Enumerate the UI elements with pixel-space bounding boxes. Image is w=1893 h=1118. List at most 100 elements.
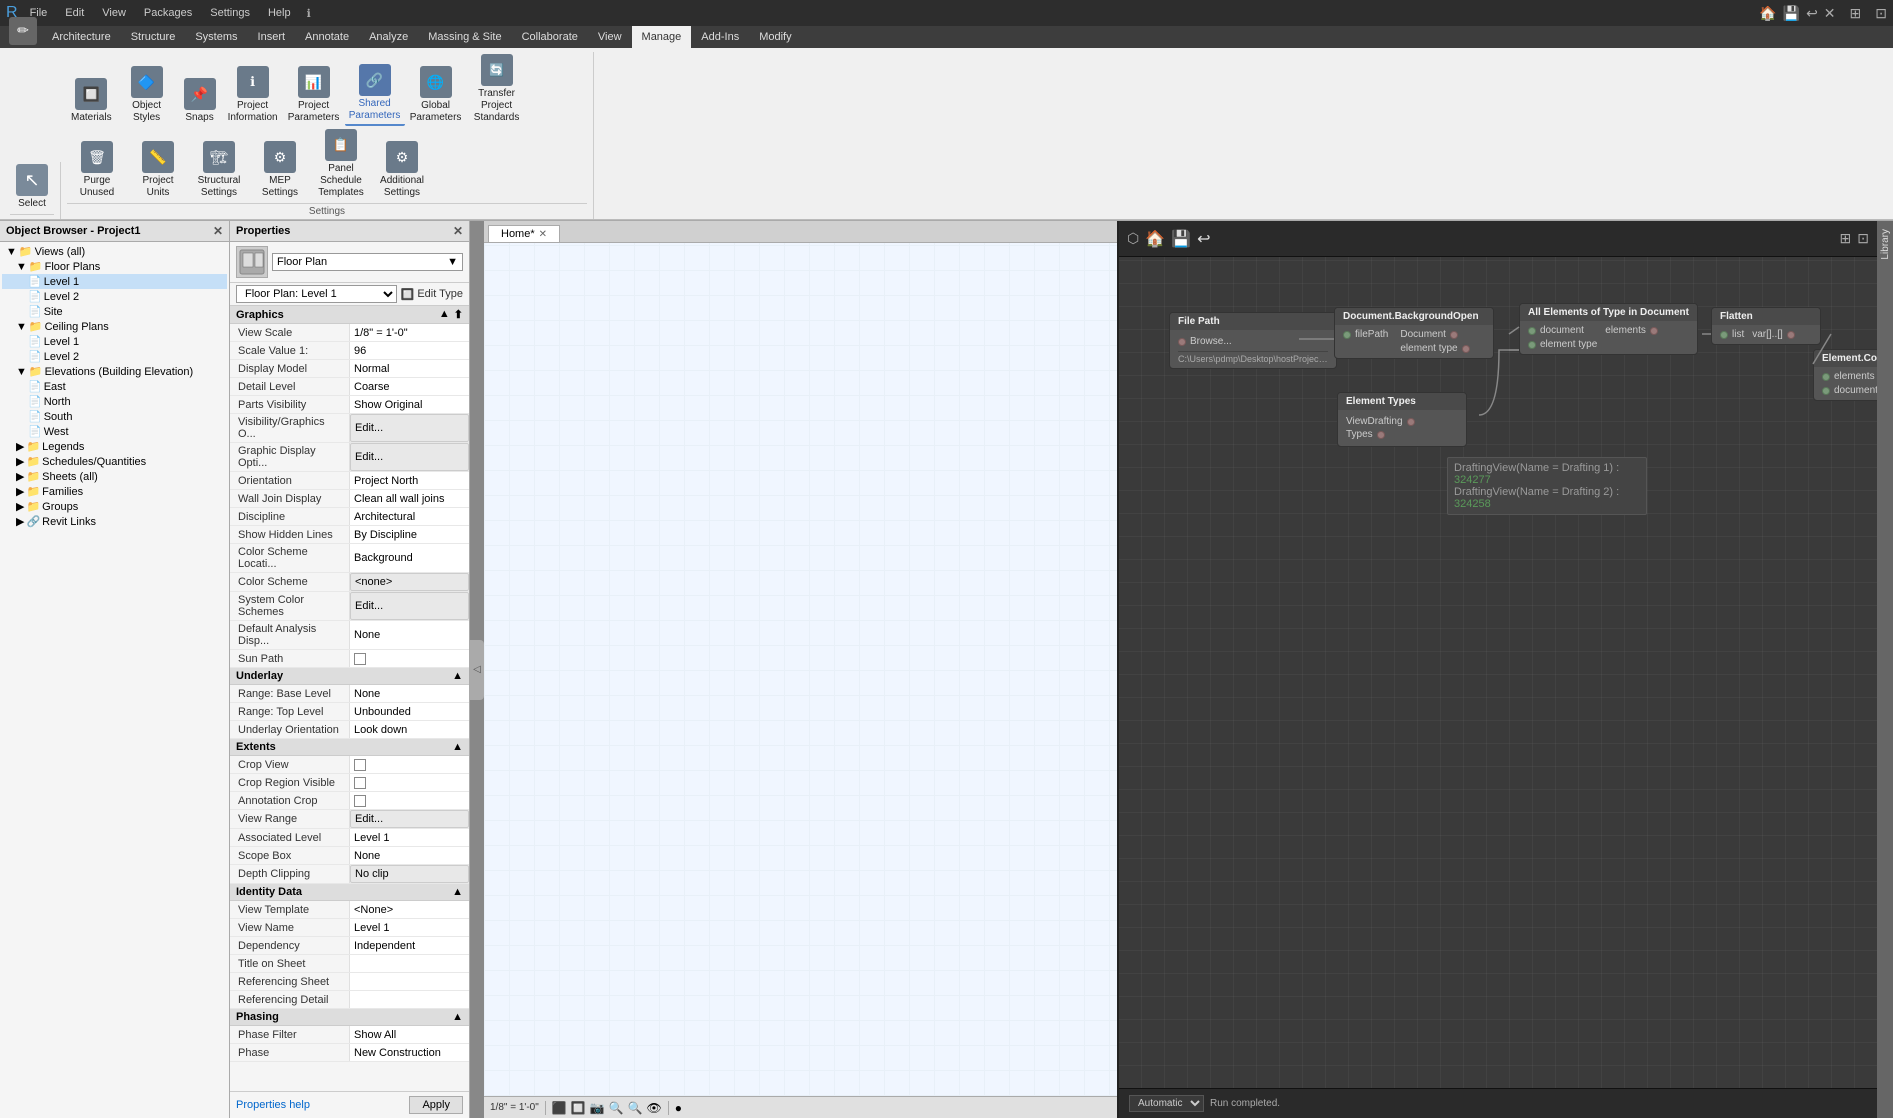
vp-btn-camera[interactable]: 📷 <box>590 1101 605 1115</box>
annotation-crop-checkbox[interactable] <box>354 795 366 807</box>
value-sun-path[interactable] <box>350 650 469 667</box>
vp-btn-render[interactable]: ● <box>675 1101 682 1115</box>
value-view-range[interactable]: Edit... <box>350 810 469 828</box>
menu-settings[interactable]: Settings <box>204 5 256 21</box>
tree-item-north[interactable]: 📄 North <box>2 394 227 409</box>
value-display-model[interactable]: Normal <box>350 360 469 377</box>
section-identity-collapse[interactable]: ▲ <box>452 886 463 898</box>
dynamo-nav-icon[interactable]: ⊞ <box>1840 230 1852 247</box>
tree-item-views-all[interactable]: ▼ 📁 Views (all) <box>2 244 227 259</box>
tree-item-level1[interactable]: 📄 Level 1 <box>2 274 227 289</box>
value-annotation-crop[interactable] <box>350 792 469 809</box>
view-tab-home[interactable]: Home* ✕ <box>488 225 560 242</box>
tree-item-sheets[interactable]: ▶ 📁 Sheets (all) <box>2 469 227 484</box>
dynamo-node-element-types[interactable]: Element Types ViewDrafting Types <box>1337 392 1467 447</box>
value-scope-box[interactable]: None <box>350 847 469 864</box>
object-styles-button[interactable]: 🔷 Object Styles <box>117 64 177 126</box>
tree-item-groups[interactable]: ▶ 📁 Groups <box>2 499 227 514</box>
vp-btn-eye[interactable]: 👁 <box>647 1101 662 1115</box>
value-crop-region[interactable] <box>350 774 469 791</box>
section-graphics-scroll[interactable]: ⬆ <box>454 308 463 321</box>
dynamo-undo-btn[interactable]: ↩ <box>1197 229 1210 249</box>
value-graphic-display[interactable]: Edit... <box>350 443 469 471</box>
properties-help-link[interactable]: Properties help <box>236 1099 310 1111</box>
purge-unused-button[interactable]: 🗑 Purge Unused <box>67 139 127 201</box>
dynamo-close-icon[interactable]: ✕ <box>1824 5 1836 22</box>
tree-item-revit-links[interactable]: ▶ 🔗 Revit Links <box>2 514 227 529</box>
tree-item-level2[interactable]: 📄 Level 2 <box>2 289 227 304</box>
value-show-hidden[interactable]: By Discipline <box>350 526 469 543</box>
tree-item-site[interactable]: 📄 Site <box>2 304 227 319</box>
tree-item-ceiling-level1[interactable]: 📄 Level 1 <box>2 334 227 349</box>
menu-edit[interactable]: Edit <box>59 5 90 21</box>
value-scale-value[interactable]: 96 <box>350 342 469 359</box>
vp-btn-2[interactable]: 🔲 <box>571 1101 586 1115</box>
object-browser-close[interactable]: ✕ <box>213 224 223 238</box>
dynamo-node-flatten[interactable]: Flatten list var[]..[] <box>1711 307 1821 345</box>
dynamo-node-doc-bg-open[interactable]: Document.BackgroundOpen filePath Documen… <box>1334 307 1494 359</box>
value-color-scheme[interactable]: <none> <box>350 573 469 591</box>
dynamo-undo-icon[interactable]: ↩ <box>1806 5 1818 22</box>
section-graphics-collapse[interactable]: ▲ <box>439 308 450 321</box>
sun-path-checkbox[interactable] <box>354 653 366 665</box>
tab-architecture[interactable]: Architecture <box>42 26 121 48</box>
section-identity[interactable]: Identity Data ▲ <box>230 884 469 901</box>
dynamo-extra-btn[interactable]: ⊡ <box>1857 230 1869 247</box>
section-underlay[interactable]: Underlay ▲ <box>230 668 469 685</box>
dynamo-node-file-path[interactable]: File Path Browse... C:\Users\pdmp\Deskto… <box>1169 312 1337 369</box>
value-assoc-level[interactable]: Level 1 <box>350 829 469 846</box>
tab-addins[interactable]: Add-Ins <box>691 26 749 48</box>
type-dropdown[interactable]: Floor Plan ▼ <box>272 253 463 271</box>
tab-modify[interactable]: Modify <box>749 26 801 48</box>
value-crop-view[interactable] <box>350 756 469 773</box>
value-wall-join[interactable]: Clean all wall joins <box>350 490 469 507</box>
apply-button[interactable]: Apply <box>409 1096 463 1114</box>
tree-item-legends[interactable]: ▶ 📁 Legends <box>2 439 227 454</box>
tab-insert[interactable]: Insert <box>248 26 296 48</box>
tree-item-elevations[interactable]: ▼ 📁 Elevations (Building Elevation) <box>2 364 227 379</box>
project-info-button[interactable]: ℹ Project Information <box>223 64 283 126</box>
vp-btn-1[interactable]: ⬛ <box>552 1101 567 1115</box>
tree-item-families[interactable]: ▶ 📁 Families <box>2 484 227 499</box>
value-orientation[interactable]: Project North <box>350 472 469 489</box>
value-base-level[interactable]: None <box>350 685 469 702</box>
dynamo-home-btn[interactable]: 🏠 <box>1145 229 1165 249</box>
dynamo-canvas[interactable]: File Path Browse... C:\Users\pdmp\Deskto… <box>1119 257 1877 1088</box>
structural-settings-button[interactable]: 🏗 Structural Settings <box>189 139 249 201</box>
tab-massing[interactable]: Massing & Site <box>418 26 511 48</box>
tree-item-west[interactable]: 📄 West <box>2 424 227 439</box>
crop-view-checkbox[interactable] <box>354 759 366 771</box>
tree-item-floor-plans[interactable]: ▼ 📁 Floor Plans <box>2 259 227 274</box>
value-ref-sheet[interactable] <box>350 973 469 990</box>
crop-region-checkbox[interactable] <box>354 777 366 789</box>
view-select-input[interactable]: Floor Plan: Level 1 <box>236 285 397 303</box>
shared-params-button[interactable]: 🔗 Shared Parameters <box>345 62 405 126</box>
vp-btn-zoom-out[interactable]: 🔍 <box>628 1101 643 1115</box>
dynamo-home-icon[interactable]: 🏠 <box>1759 5 1776 22</box>
global-params-button[interactable]: 🌐 Global Parameters <box>406 64 466 126</box>
project-units-button[interactable]: 📏 Project Units <box>128 139 188 201</box>
value-system-color[interactable]: Edit... <box>350 592 469 620</box>
dynamo-node-all-elements[interactable]: All Elements of Type in Document documen… <box>1519 303 1698 355</box>
value-analysis-disp[interactable]: None <box>350 621 469 649</box>
panel-schedule-button[interactable]: 📋 Panel Schedule Templates <box>311 127 371 201</box>
select-button[interactable]: ↖ Select <box>10 162 54 212</box>
view-tab-close[interactable]: ✕ <box>539 229 547 240</box>
tree-item-south[interactable]: 📄 South <box>2 409 227 424</box>
value-color-scheme-loc[interactable]: Background <box>350 544 469 572</box>
tab-view[interactable]: View <box>588 26 632 48</box>
section-graphics[interactable]: Graphics ▲ ⬆ <box>230 306 469 324</box>
menu-packages[interactable]: Packages <box>138 5 198 21</box>
dynamo-save-btn[interactable]: 💾 <box>1171 229 1191 249</box>
nav-collapse-button[interactable]: ◁ <box>470 640 484 700</box>
additional-settings-button[interactable]: ⚙ Additional Settings <box>372 139 432 201</box>
tab-manage[interactable]: Manage <box>632 26 692 48</box>
transfer-standards-button[interactable]: 🔄 Transfer Project Standards <box>467 52 527 126</box>
tree-item-ceiling-plans[interactable]: ▼ 📁 Ceiling Plans <box>2 319 227 334</box>
materials-button[interactable]: 🔲 Materials <box>67 76 116 126</box>
tab-systems[interactable]: Systems <box>185 26 247 48</box>
tab-structure[interactable]: Structure <box>121 26 186 48</box>
value-view-name[interactable]: Level 1 <box>350 919 469 936</box>
section-extents[interactable]: Extents ▲ <box>230 739 469 756</box>
menu-help[interactable]: Help <box>262 5 297 21</box>
